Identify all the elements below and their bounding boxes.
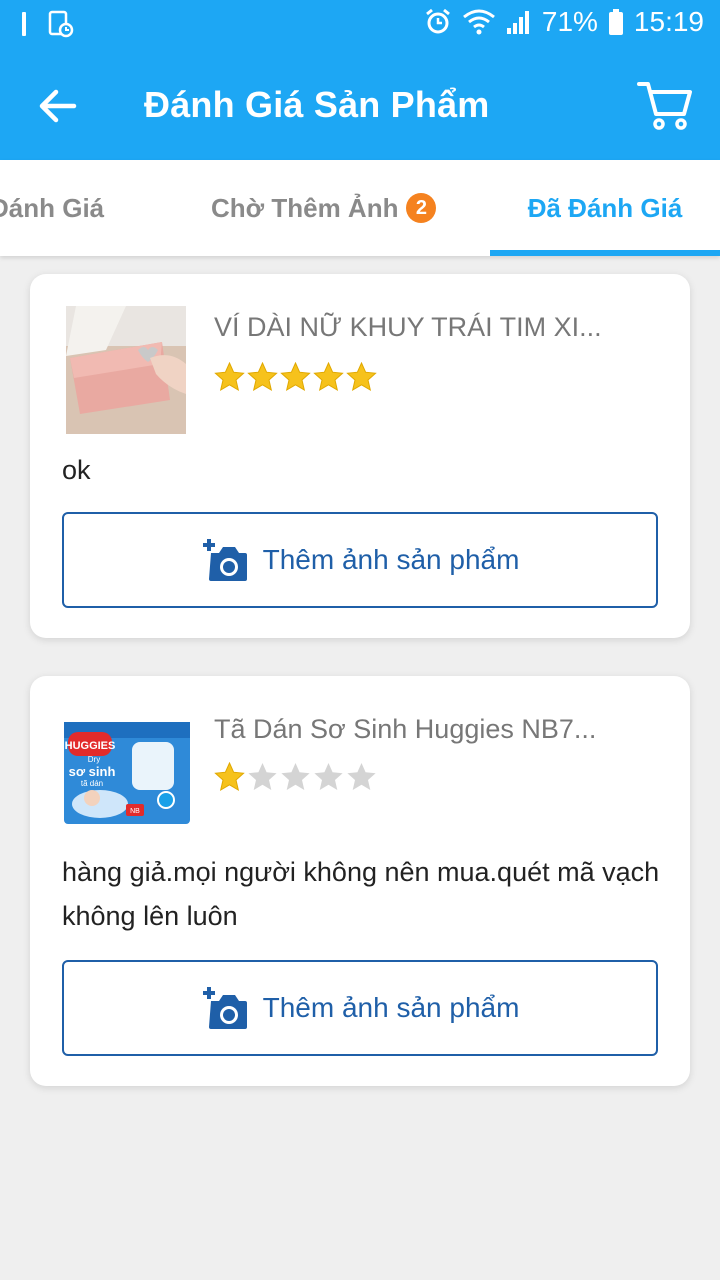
tab-label: Đã Đánh Giá [527,192,683,223]
cell-signal-icon [506,11,529,34]
product-name[interactable]: Tã Dán Sơ Sinh Huggies NB7... [214,714,604,745]
page-title: Đánh Giá Sản Phẩm [144,84,490,125]
add-photo-label: Thêm ảnh sản phẩm [262,992,520,1023]
star-empty-icon [281,763,310,790]
screenshot-notification-icon [48,10,74,38]
alarm-icon [425,8,450,34]
thumb-subtitle-2: tã dán [81,779,103,788]
thumb-subtitle-1: sơ sinh [69,764,116,779]
brand-line-text: Dry [88,755,100,764]
star-filled-icon [247,362,278,392]
product-thumbnail[interactable]: HUGGIES Dry sơ sinh tã dán NB [62,718,192,828]
star-filled-icon [214,762,245,792]
review-comment: ok [62,455,91,485]
add-photo-button[interactable]: Thêm ảnh sản phẩm [62,512,658,608]
star-filled-icon [313,362,344,392]
active-tab-indicator [490,250,720,256]
star-filled-icon [346,362,377,392]
star-filled-icon [214,362,245,392]
add-camera-icon [202,539,247,581]
star-rating [214,362,377,392]
cart-icon[interactable] [636,78,694,132]
back-arrow-icon[interactable] [34,82,82,130]
product-thumbnail[interactable] [66,306,186,434]
star-rating [214,762,377,792]
status-bar: 71% 15:19 [0,0,720,50]
wifi-icon [462,9,495,35]
tab-awaiting-photos[interactable]: Chờ Thêm Ảnh 2 [211,160,437,256]
tab-label: Đánh Giá [0,192,105,223]
count-badge: 2 [406,193,437,223]
brand-logo-text: HUGGIES [65,740,116,752]
tab-label: Chờ Thêm Ảnh [211,192,399,223]
add-camera-icon [202,987,247,1029]
tab-to-review[interactable]: Đánh Giá [0,160,104,256]
star-empty-icon [248,763,277,790]
review-card: HUGGIES Dry sơ sinh tã dán NB Tã Dán Sơ … [30,676,690,1086]
thumb-size-text: NB [130,808,140,815]
review-card: VÍ DÀI NỮ KHUY TRÁI TIM XI... ok Thêm ản… [30,274,690,638]
star-empty-icon [314,763,343,790]
battery-icon [608,9,623,35]
star-empty-icon [347,763,376,790]
tab-reviewed[interactable]: Đã Đánh Giá [490,160,720,256]
product-name[interactable]: VÍ DÀI NỮ KHUY TRÁI TIM XI... [214,312,604,343]
star-filled-icon [280,362,311,392]
signal-indicator-icon [22,12,26,36]
app-bar: 71% 15:19 Đánh Giá Sản Phẩm [0,0,720,160]
add-photo-button[interactable]: Thêm ảnh sản phẩm [62,960,658,1056]
tab-bar: Đánh Giá Chờ Thêm Ảnh 2 Đã Đánh Giá [0,160,720,256]
add-photo-label: Thêm ảnh sản phẩm [262,544,520,575]
review-comment: hàng giả.mọi người không nên mua.quét mã… [62,857,660,931]
battery-percent: 71% [541,6,598,37]
clock: 15:19 [633,6,704,37]
